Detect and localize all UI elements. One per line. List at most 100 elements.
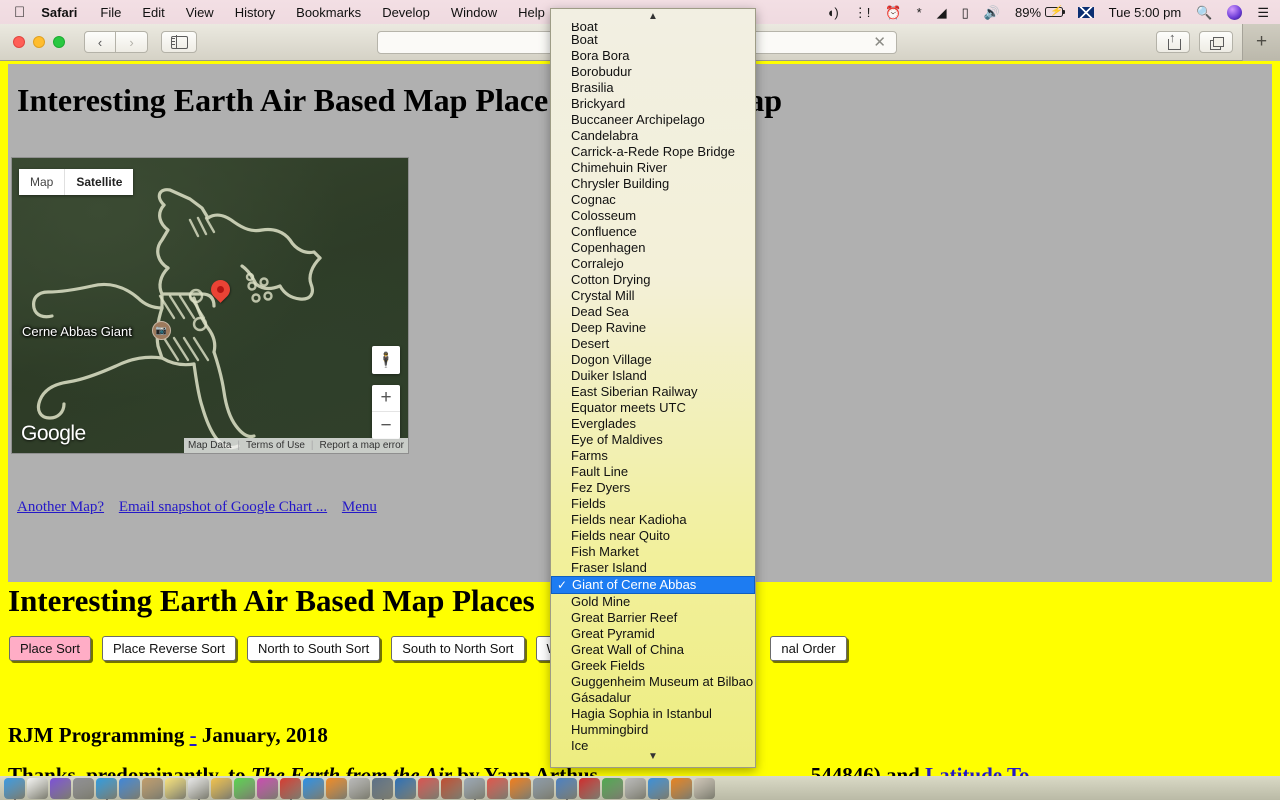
dock-icon-finder[interactable] bbox=[4, 778, 25, 799]
dropdown-option[interactable]: Fraser Island bbox=[551, 560, 755, 576]
forward-button[interactable]: › bbox=[116, 31, 148, 53]
dock-icon-colorsync[interactable] bbox=[257, 778, 278, 799]
dropdown-option[interactable]: Brickyard bbox=[551, 96, 755, 112]
wifi-icon[interactable]: ◢ bbox=[937, 6, 947, 19]
dock-icon-image-capture[interactable] bbox=[464, 778, 485, 799]
dropdown-option[interactable]: Fields bbox=[551, 496, 755, 512]
back-button[interactable]: ‹ bbox=[84, 31, 116, 53]
dropdown-option[interactable]: Chimehuin River bbox=[551, 160, 755, 176]
new-tab-button[interactable]: + bbox=[1242, 23, 1280, 61]
dropdown-option[interactable]: Hagia Sophia in Istanbul bbox=[551, 706, 755, 722]
close-window-button[interactable] bbox=[13, 36, 25, 48]
place-reverse-sort-button[interactable]: Place Reverse Sort bbox=[101, 636, 236, 661]
dock-icon-calendar[interactable] bbox=[188, 778, 209, 799]
dock-icon-photos[interactable] bbox=[211, 778, 232, 799]
menu-item-safari[interactable]: Safari bbox=[41, 5, 77, 20]
dock-icon-mail[interactable] bbox=[119, 778, 140, 799]
apple-logo-icon[interactable]:  bbox=[14, 5, 25, 20]
pegman-icon[interactable]: 🕴 bbox=[372, 346, 400, 374]
dropdown-option[interactable]: Boat bbox=[551, 32, 755, 48]
dropdown-option[interactable]: Copenhagen bbox=[551, 240, 755, 256]
menu-bar-clock[interactable]: Tue 5:00 pm bbox=[1109, 6, 1182, 19]
menu-item-help[interactable]: Help bbox=[518, 5, 545, 20]
dock-icon-notes[interactable] bbox=[165, 778, 186, 799]
dropdown-option[interactable]: Fault Line bbox=[551, 464, 755, 480]
dropdown-option[interactable]: Farms bbox=[551, 448, 755, 464]
south-to-north-sort-button[interactable]: South to North Sort bbox=[391, 636, 525, 661]
dropdown-option[interactable]: Great Barrier Reef bbox=[551, 610, 755, 626]
dropdown-option[interactable]: Fields near Quito bbox=[551, 528, 755, 544]
dock-icon-avast[interactable] bbox=[510, 778, 531, 799]
dropdown-option[interactable]: Fez Dyers bbox=[551, 480, 755, 496]
dropdown-option[interactable]: Borobudur bbox=[551, 64, 755, 80]
dock-icon-displays[interactable] bbox=[556, 778, 577, 799]
menu-item-history[interactable]: History bbox=[235, 5, 275, 20]
dropdown-option[interactable]: Gásadalur bbox=[551, 690, 755, 706]
menu-item-view[interactable]: View bbox=[186, 5, 214, 20]
zoom-out-button[interactable]: − bbox=[372, 412, 400, 439]
dock-icon-itunes[interactable] bbox=[349, 778, 370, 799]
dock-icon-maps-app[interactable] bbox=[533, 778, 554, 799]
volume-icon[interactable]: 🔊 bbox=[984, 6, 1000, 19]
dropdown-option[interactable]: Giant of Cerne Abbas bbox=[551, 576, 755, 594]
dropdown-option[interactable]: Fields near Kadioha bbox=[551, 512, 755, 528]
dropdown-option[interactable]: Confluence bbox=[551, 224, 755, 240]
menu-link[interactable]: Menu bbox=[342, 499, 377, 515]
dropdown-option[interactable]: Gold Mine bbox=[551, 594, 755, 610]
dropdown-option[interactable]: Desert bbox=[551, 336, 755, 352]
credit-dash-link[interactable]: - bbox=[190, 723, 197, 747]
place-select-dropdown[interactable]: ▲ Boat Boat Bora Bora Borobudur Brasilia Bric… bbox=[550, 8, 756, 768]
dropdown-option[interactable]: Hummingbird bbox=[551, 722, 755, 738]
time-machine-icon[interactable]: ⏰ bbox=[885, 6, 901, 19]
siri-icon[interactable] bbox=[1227, 4, 1243, 20]
dock-icon-messages[interactable] bbox=[234, 778, 255, 799]
dock-icon-package[interactable] bbox=[694, 778, 715, 799]
dock-icon-siri[interactable] bbox=[50, 778, 71, 799]
dock-icon-chrome[interactable] bbox=[602, 778, 623, 799]
dropdown-option[interactable]: Cotton Drying bbox=[551, 272, 755, 288]
search-icon[interactable]: 🔍 bbox=[1196, 6, 1212, 19]
dock-icon-text-app[interactable] bbox=[280, 778, 301, 799]
dropdown-option[interactable]: Buccaneer Archipelago bbox=[551, 112, 755, 128]
dropdown-option[interactable]: Equator meets UTC bbox=[551, 400, 755, 416]
dock-icon-preview[interactable] bbox=[372, 778, 393, 799]
menu-item-window[interactable]: Window bbox=[451, 5, 497, 20]
minimize-window-button[interactable] bbox=[33, 36, 45, 48]
dropdown-option[interactable]: Carrick-a-Rede Rope Bridge bbox=[551, 144, 755, 160]
dropdown-option[interactable]: Chrysler Building bbox=[551, 176, 755, 192]
zoom-in-button[interactable]: + bbox=[372, 385, 400, 412]
dropdown-option[interactable]: Candelabra bbox=[551, 128, 755, 144]
dock-icon-app-store[interactable] bbox=[303, 778, 324, 799]
camera-poi-icon[interactable]: 📷 bbox=[152, 321, 171, 340]
scroll-down-arrow[interactable]: ▼ bbox=[551, 749, 755, 763]
dropdown-option[interactable]: Crystal Mill bbox=[551, 288, 755, 304]
dropdown-option[interactable]: Deep Ravine bbox=[551, 320, 755, 336]
dock-icon-launchpad[interactable] bbox=[73, 778, 94, 799]
map-data-link[interactable]: Map Data bbox=[188, 440, 231, 451]
scroll-up-arrow[interactable]: ▲ bbox=[551, 9, 755, 23]
dropdown-option[interactable]: Cognac bbox=[551, 192, 755, 208]
dropdown-option[interactable]: Dead Sea bbox=[551, 304, 755, 320]
australia-flag-icon[interactable] bbox=[1077, 6, 1094, 18]
dock-icon-opera[interactable] bbox=[648, 778, 669, 799]
dropdown-option[interactable]: East Siberian Railway bbox=[551, 384, 755, 400]
dropdown-option[interactable]: Everglades bbox=[551, 416, 755, 432]
zoom-window-button[interactable] bbox=[53, 36, 65, 48]
latitude-to-link[interactable]: Latitude To bbox=[925, 763, 1029, 776]
dock-icon-utility[interactable] bbox=[441, 778, 462, 799]
report-map-error-link[interactable]: Report a map error bbox=[320, 440, 404, 451]
bluetooth-icon[interactable]: * bbox=[917, 6, 922, 19]
notification-center-icon[interactable]: ☰ bbox=[1257, 6, 1269, 19]
dropdown-option[interactable]: Brasilia bbox=[551, 80, 755, 96]
menu-item-develop[interactable]: Develop bbox=[382, 5, 430, 20]
sidebar-button[interactable] bbox=[161, 31, 197, 53]
dropdown-option[interactable]: Dogon Village bbox=[551, 352, 755, 368]
dock-icon-filezilla[interactable] bbox=[579, 778, 600, 799]
dock-icon-safari[interactable] bbox=[96, 778, 117, 799]
show-tabs-button[interactable] bbox=[1199, 31, 1233, 53]
airplay-audio-icon[interactable]: ◖) bbox=[827, 6, 839, 19]
dropdown-option[interactable]: Duiker Island bbox=[551, 368, 755, 384]
dropdown-option[interactable]: Colosseum bbox=[551, 208, 755, 224]
dock-icon-contacts[interactable] bbox=[142, 778, 163, 799]
place-sort-button[interactable]: Place Sort bbox=[9, 636, 91, 661]
